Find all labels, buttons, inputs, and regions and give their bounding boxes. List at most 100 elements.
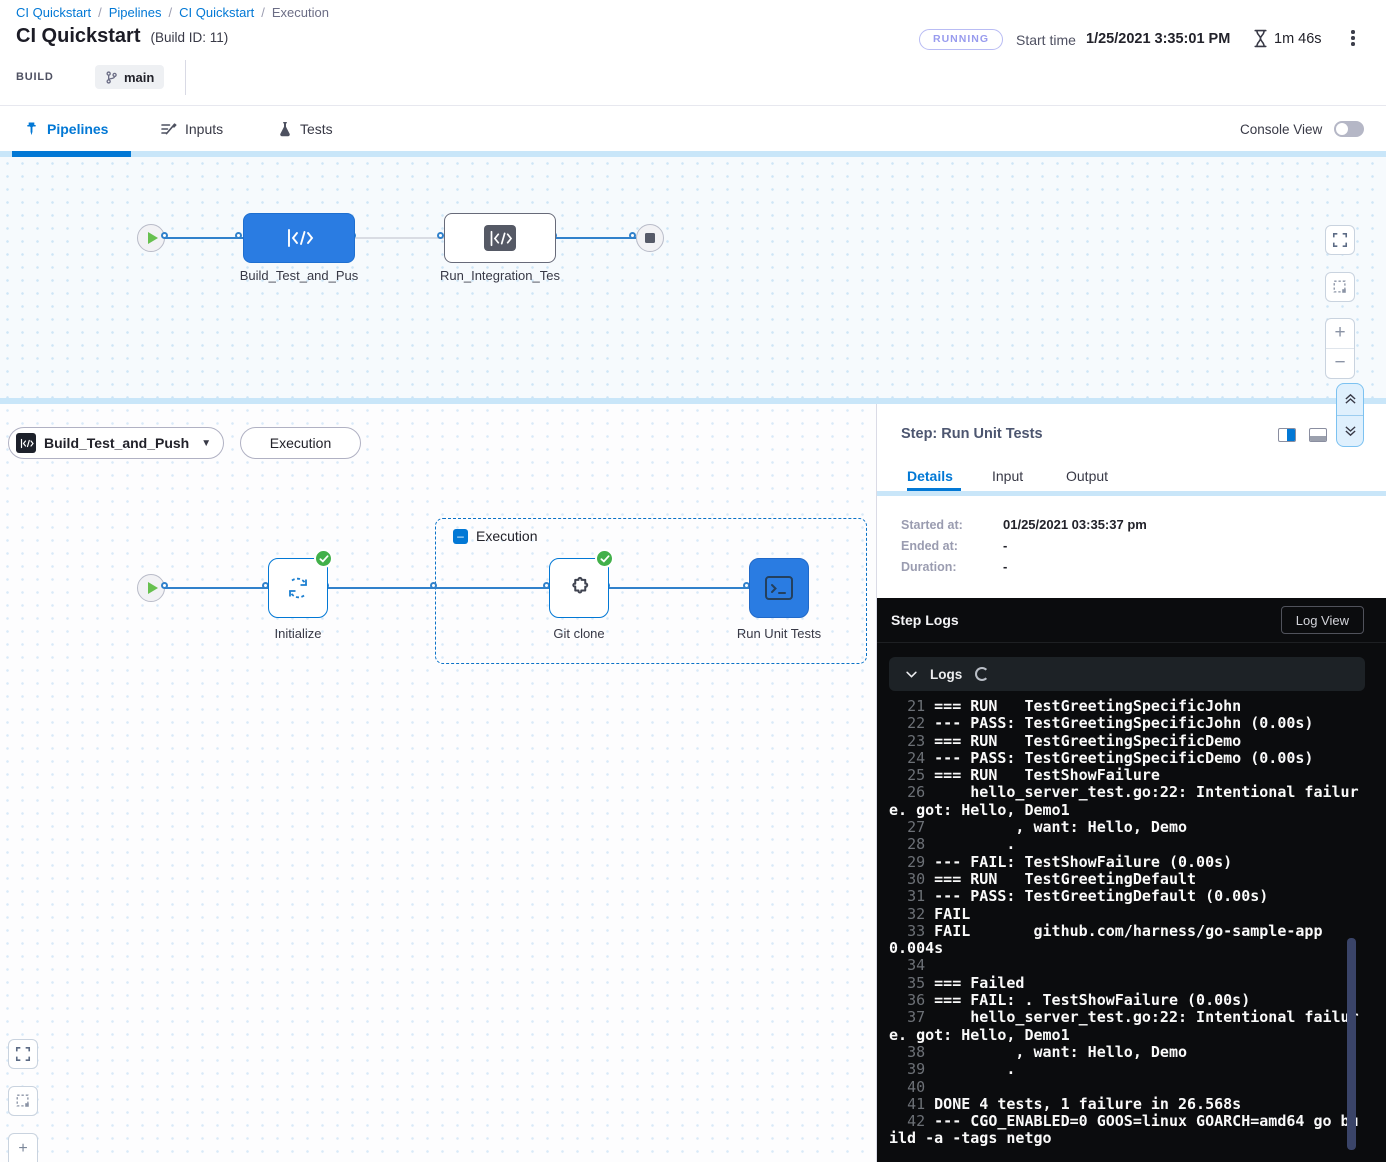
tab-pipelines[interactable]: Pipelines: [24, 106, 108, 152]
step-details-list: Started at: 01/25/2021 03:35:37 pm Ended…: [901, 514, 1147, 577]
breadcrumb-separator: /: [169, 5, 173, 20]
console-view-toggle[interactable]: [1334, 121, 1364, 137]
zoom-in-button[interactable]: +: [8, 1133, 38, 1162]
log-line: 35 === Failed: [889, 975, 1361, 992]
log-line-number: 36: [889, 991, 934, 1009]
branch-name: main: [124, 70, 154, 85]
log-lines[interactable]: 21 === RUN TestGreetingSpecificJohn 22 -…: [889, 698, 1361, 1148]
log-line-text: , want: Hello, Demo: [934, 1043, 1187, 1061]
log-scrollbar-thumb[interactable]: [1347, 938, 1356, 1150]
log-line-number: 30: [889, 870, 934, 888]
log-line: 23 === RUN TestGreetingSpecificDemo: [889, 733, 1361, 750]
log-line: 34: [889, 957, 1361, 974]
log-line-text: DONE 4 tests, 1 failure in 26.568s: [934, 1095, 1241, 1113]
breadcrumb-link[interactable]: Execution: [272, 5, 329, 20]
log-line-number: 34: [889, 956, 934, 974]
log-line-number: 21: [889, 697, 934, 715]
zoom-controls: + −: [1325, 318, 1355, 379]
step-edge: [609, 587, 749, 589]
active-tab-indicator: [907, 488, 961, 491]
step-label: Initialize: [238, 626, 358, 641]
inputs-icon: [160, 121, 177, 137]
log-line-number: 24: [889, 749, 934, 767]
breadcrumb-link[interactable]: CI Quickstart: [179, 5, 254, 20]
breadcrumb-item: CI Quickstart/: [16, 5, 102, 20]
log-line: 39 .: [889, 1061, 1361, 1078]
log-line: 29 --- FAIL: TestShowFailure (0.00s): [889, 854, 1361, 871]
more-options-button[interactable]: [1344, 30, 1362, 50]
breadcrumb: CI Quickstart/ Pipelines/ CI Quickstart/…: [16, 5, 329, 20]
log-line: 32 FAIL: [889, 906, 1361, 923]
console-view-control: Console View: [1240, 106, 1364, 152]
detail-value: 01/25/2021 03:35:37 pm: [1003, 517, 1147, 532]
zoom-out-button[interactable]: −: [1326, 349, 1354, 379]
log-line-text: === RUN TestGreetingSpecificJohn: [934, 697, 1241, 715]
layout-right-panel-icon[interactable]: [1278, 428, 1296, 442]
log-line: 31 --- PASS: TestGreetingDefault (0.00s): [889, 888, 1361, 905]
layout-bottom-panel-icon[interactable]: [1309, 428, 1327, 442]
code-icon: [284, 228, 314, 248]
stage-node-build-test-and-push[interactable]: [243, 213, 355, 263]
branch-tag[interactable]: main: [95, 65, 164, 89]
fullscreen-button[interactable]: [8, 1039, 38, 1069]
collapse-down-button[interactable]: [1337, 416, 1363, 447]
detail-row: Duration: -: [901, 556, 1147, 577]
log-line-number: 37: [889, 1008, 934, 1026]
loading-spinner-icon: [975, 667, 989, 681]
tab-output[interactable]: Output: [1066, 468, 1108, 484]
chevron-down-icon: ▼: [201, 438, 211, 449]
tab-underline-strip: [877, 491, 1386, 496]
pipeline-edge: [556, 237, 636, 239]
step-panel-title: Step: Run Unit Tests: [901, 426, 1043, 442]
pipeline-start-node: [137, 224, 165, 252]
log-line: 28 .: [889, 836, 1361, 853]
step-logs-header: Step Logs Log View: [877, 598, 1386, 643]
log-line-text: hello_server_test.go:22: Intentional fai…: [889, 783, 1359, 818]
step-edge: [165, 587, 268, 589]
log-view-button[interactable]: Log View: [1281, 606, 1364, 634]
start-time-value: 1/25/2021 3:35:01 PM: [1086, 31, 1230, 47]
log-line-text: .: [934, 1060, 1015, 1078]
logs-section-toggle[interactable]: Logs: [889, 657, 1365, 691]
tab-tests[interactable]: Tests: [278, 106, 333, 152]
collapse-group-checkbox[interactable]: –: [453, 529, 468, 544]
console-view-label: Console View: [1240, 122, 1322, 137]
stage-node-run-integration-tests[interactable]: [444, 213, 556, 263]
stage-selector-label: Build_Test_and_Push: [44, 435, 189, 451]
group-label-text: Execution: [476, 528, 537, 544]
connector-dot: [235, 232, 242, 239]
fullscreen-button[interactable]: [1325, 225, 1355, 255]
tab-details[interactable]: Details: [907, 468, 953, 484]
collapse-up-button[interactable]: [1337, 384, 1363, 416]
step-node-run-unit-tests[interactable]: [749, 558, 809, 618]
log-line-text: .: [934, 835, 1015, 853]
zoom-in-button[interactable]: +: [1326, 319, 1354, 349]
log-line: 22 --- PASS: TestGreetingSpecificJohn (0…: [889, 715, 1361, 732]
tab-tests-label: Tests: [300, 121, 333, 137]
log-line-number: 25: [889, 766, 934, 784]
execution-view-button[interactable]: Execution: [240, 427, 361, 459]
tab-inputs[interactable]: Inputs: [160, 106, 223, 152]
tab-input[interactable]: Input: [992, 468, 1023, 484]
pipeline-title: CI Quickstart: [16, 25, 140, 48]
pipeline-canvas[interactable]: [0, 157, 1386, 398]
breadcrumb-link[interactable]: Pipelines: [109, 5, 162, 20]
log-line: 36 === FAIL: . TestShowFailure (0.00s): [889, 992, 1361, 1009]
step-logs-title: Step Logs: [891, 612, 959, 628]
build-id: (Build ID: 11): [150, 30, 228, 45]
marquee-select-button[interactable]: [8, 1086, 38, 1116]
breadcrumb-link[interactable]: CI Quickstart: [16, 5, 91, 20]
connector-dot: [437, 232, 444, 239]
status-badge: RUNNING: [919, 29, 1003, 50]
marquee-select-button[interactable]: [1325, 272, 1355, 302]
log-line-text: === Failed: [934, 974, 1024, 992]
log-line-text: --- PASS: TestGreetingDefault (0.00s): [934, 887, 1268, 905]
log-line: 37 hello_server_test.go:22: Intentional …: [889, 1009, 1361, 1044]
log-line: 26 hello_server_test.go:22: Intentional …: [889, 784, 1361, 819]
code-icon: [16, 433, 36, 453]
stage-selector-dropdown[interactable]: Build_Test_and_Push ▼: [8, 427, 224, 459]
breadcrumb-item: Execution/: [272, 5, 329, 20]
harness-execution-page: CI Quickstart/ Pipelines/ CI Quickstart/…: [0, 0, 1386, 1162]
step-label: Run Unit Tests: [709, 626, 849, 641]
hourglass-icon: [1252, 29, 1269, 48]
